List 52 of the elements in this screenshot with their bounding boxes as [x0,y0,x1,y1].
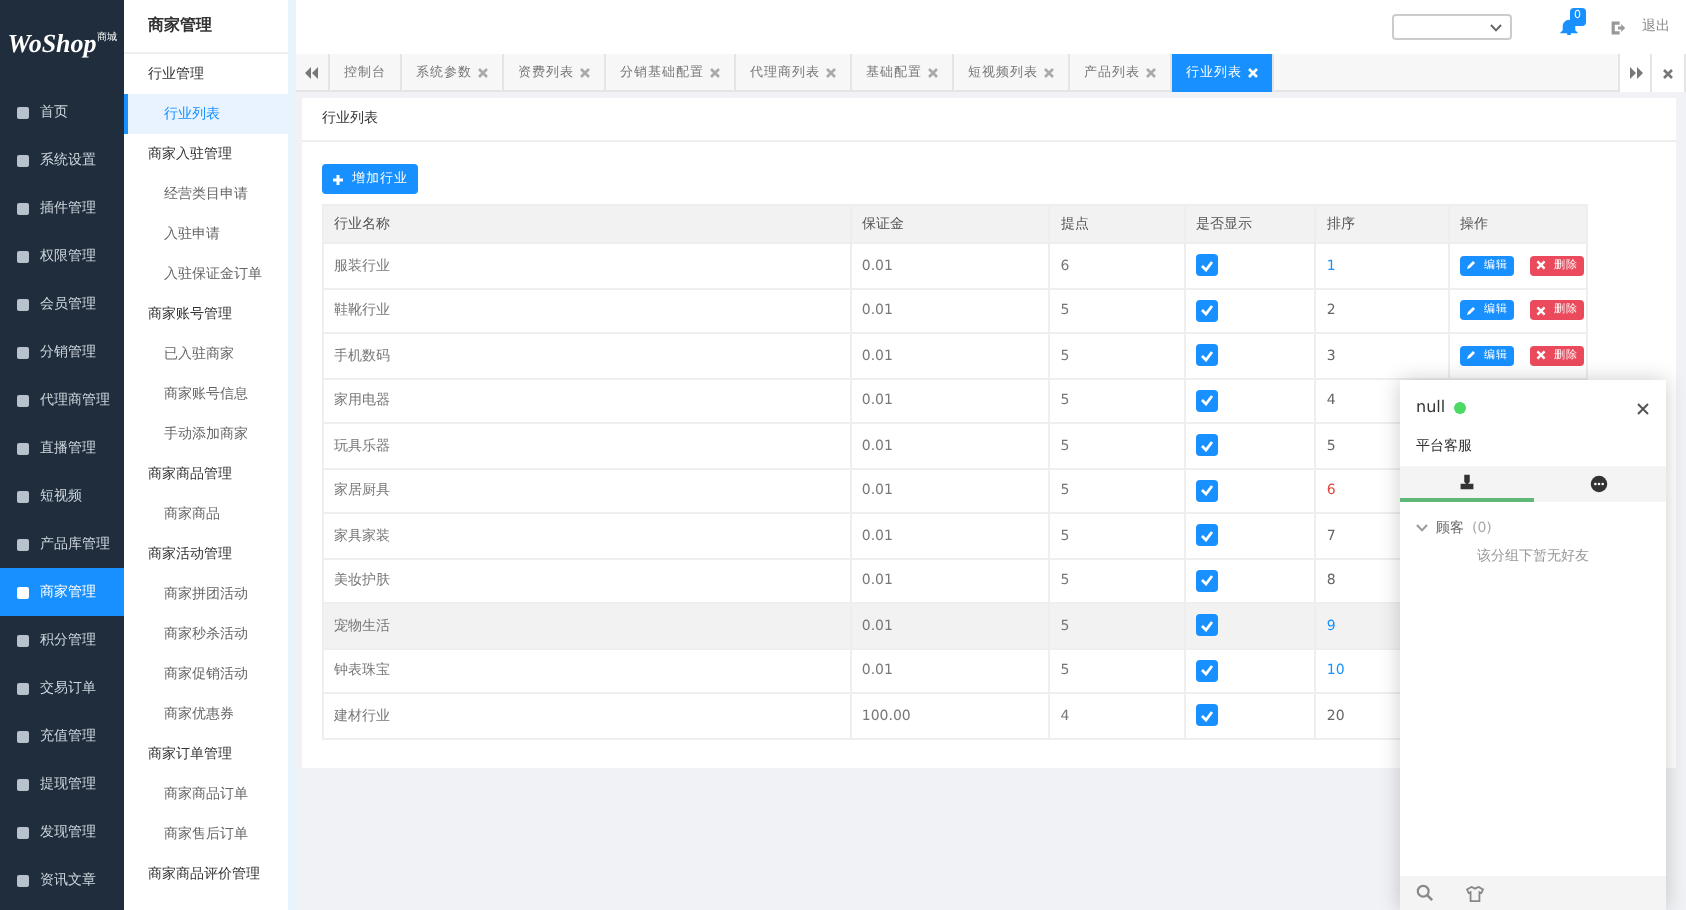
square-icon [16,105,30,119]
checkbox[interactable] [1195,434,1218,457]
square-icon [16,777,30,791]
caret-icon [1490,23,1502,31]
checkbox[interactable] [1195,704,1218,727]
square-icon [16,153,30,167]
square-icon [16,537,30,551]
square-icon [16,633,30,647]
square-icon [16,489,30,503]
checkbox[interactable] [1195,254,1218,277]
checkbox[interactable] [1195,389,1218,412]
square-icon [16,201,30,215]
pencil-icon [1465,305,1476,316]
square-icon [16,585,30,599]
square-icon [16,297,30,311]
checkbox[interactable] [1195,344,1218,367]
plus-icon [332,173,344,185]
square-icon [16,873,30,887]
square-icon [16,249,30,263]
close-icon [1535,305,1546,316]
square-icon [16,345,30,359]
square-icon [16,825,30,839]
shirt-icon[interactable] [1466,885,1484,901]
chat-user-name: null [1416,396,1446,420]
pencil-icon [1465,350,1476,361]
close-icon[interactable] [1662,67,1674,79]
checkbox[interactable] [1195,659,1218,682]
person-icon [1455,471,1478,491]
square-icon [16,441,30,455]
close-icon [1535,260,1546,271]
search-icon[interactable] [1416,884,1434,902]
select-field[interactable] [1392,14,1512,40]
checkbox[interactable] [1195,524,1218,547]
checkbox[interactable] [1195,614,1218,637]
scroll-right-icon[interactable] [1627,66,1643,80]
chat-bubble-icon [1588,473,1611,493]
square-icon [16,393,30,407]
scroll-left-icon[interactable] [304,66,320,80]
logout-icon[interactable] [1610,19,1626,35]
checkbox[interactable] [1195,479,1218,502]
checkbox[interactable] [1195,569,1218,592]
submenu-title: 商家管理 [148,14,212,38]
chevron-icon[interactable] [1416,523,1428,532]
close-icon[interactable] [1636,401,1650,415]
square-icon [16,729,30,743]
logo: WoShop [7,26,97,63]
chat-tab[interactable] [1533,465,1666,501]
square-icon [16,681,30,695]
close-icon [1535,350,1546,361]
pencil-icon [1465,260,1476,271]
chat-tab[interactable] [1400,465,1533,501]
checkbox[interactable] [1195,299,1218,322]
